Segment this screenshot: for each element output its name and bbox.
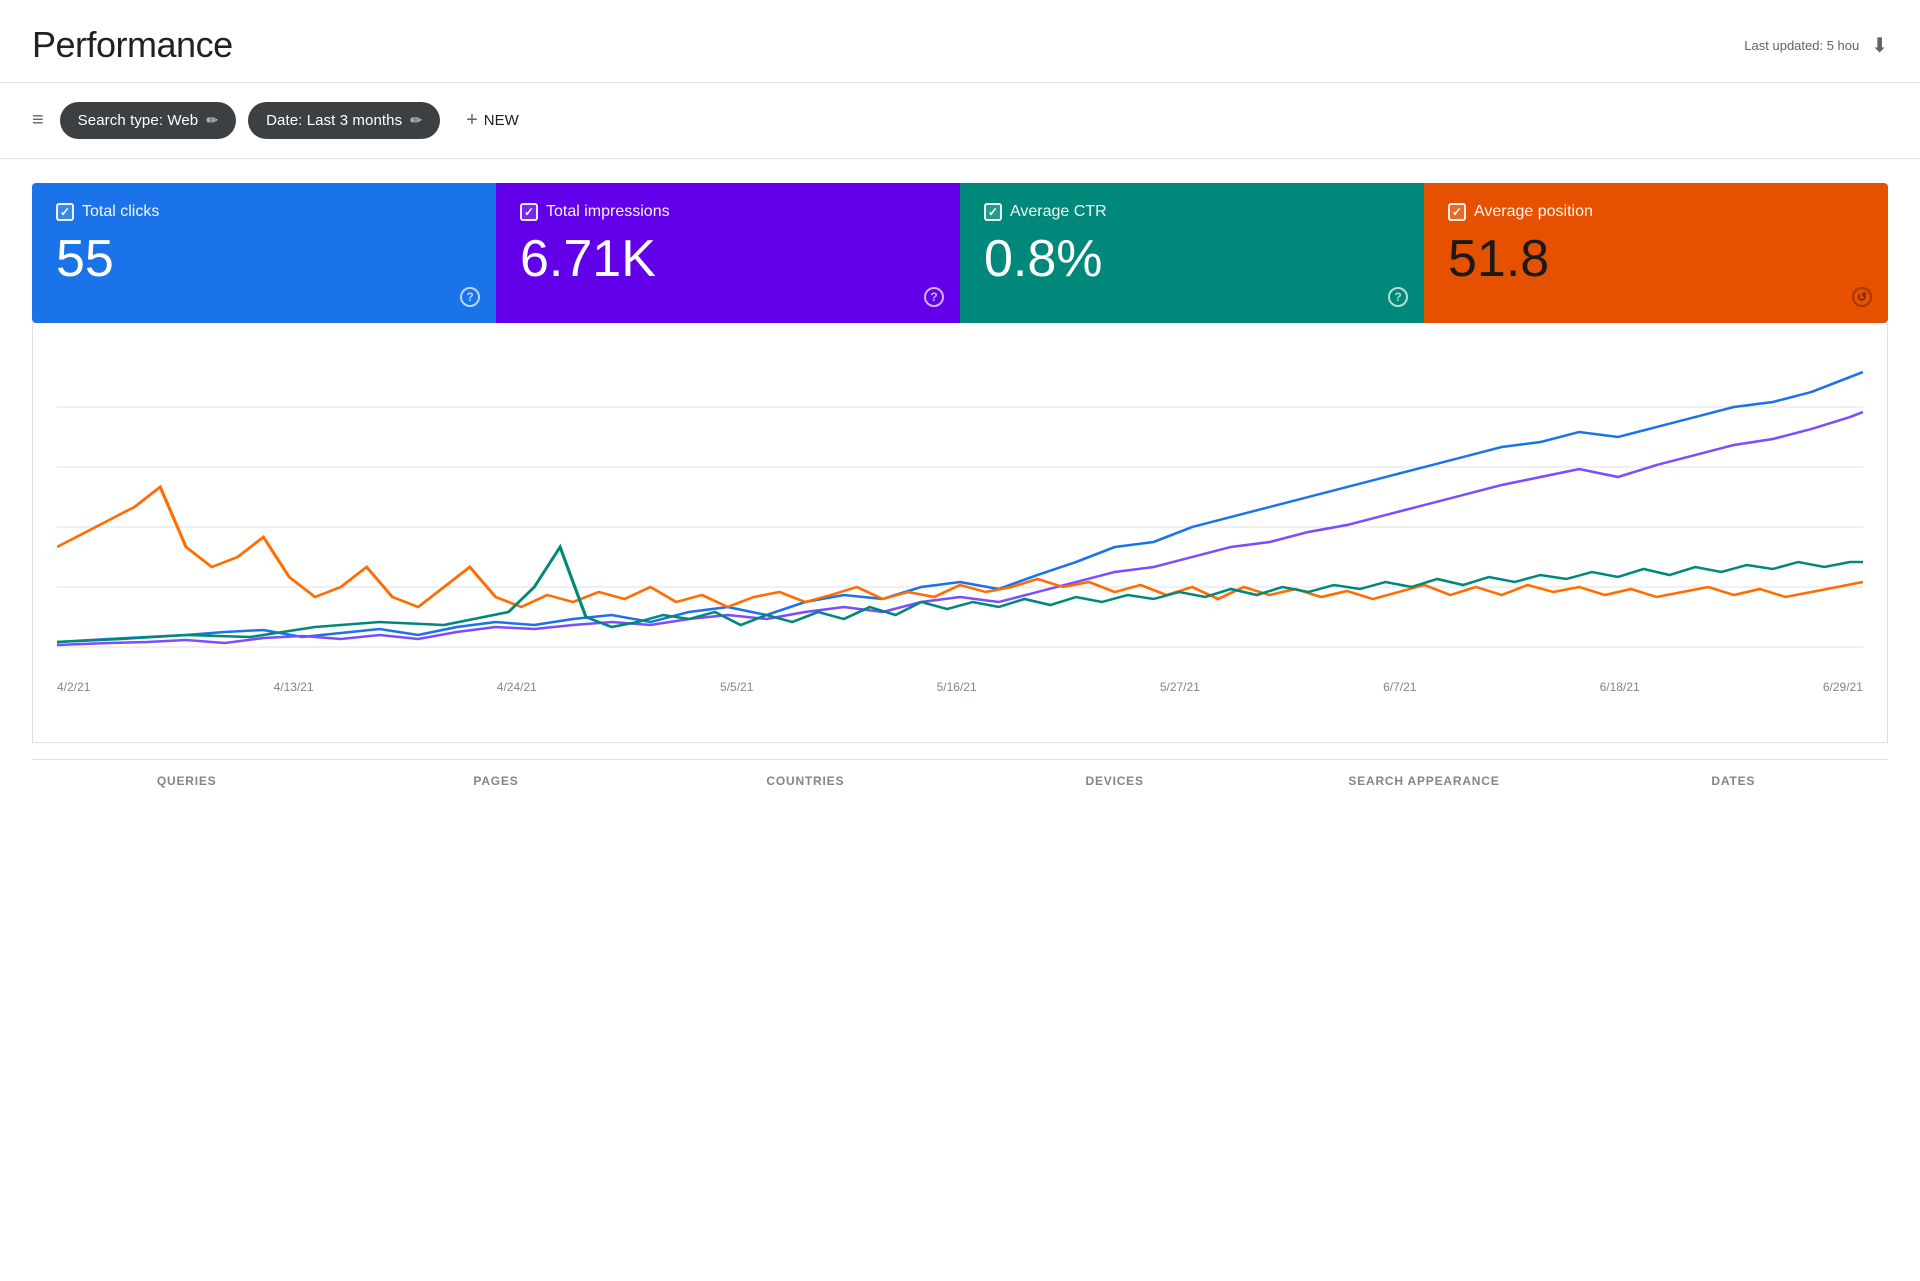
header: Performance Last updated: 5 hou ⬇ bbox=[0, 0, 1920, 83]
clicks-info-icon[interactable]: ? bbox=[460, 287, 480, 307]
clicks-value: 55 bbox=[56, 233, 472, 285]
position-value: 51.8 bbox=[1448, 233, 1864, 285]
metric-card-position[interactable]: Average position 51.8 ↺ bbox=[1424, 183, 1888, 323]
date-label: Date: Last 3 months bbox=[266, 112, 402, 129]
x-label-2: 4/24/21 bbox=[497, 680, 537, 694]
tab-devices[interactable]: DEVICES bbox=[960, 760, 1269, 804]
clicks-header: Total clicks bbox=[56, 203, 472, 221]
bottom-tabs: QUERIES PAGES COUNTRIES DEVICES SEARCH A… bbox=[32, 759, 1888, 804]
metric-cards: Total clicks 55 ? Total impressions 6.71… bbox=[32, 183, 1888, 323]
ctr-info-icon[interactable]: ? bbox=[1388, 287, 1408, 307]
page-wrapper: Performance Last updated: 5 hou ⬇ ≡ Sear… bbox=[0, 0, 1920, 1281]
main-content: Total clicks 55 ? Total impressions 6.71… bbox=[0, 159, 1920, 828]
x-label-7: 6/18/21 bbox=[1600, 680, 1640, 694]
ctr-value: 0.8% bbox=[984, 233, 1400, 285]
metric-card-impressions[interactable]: Total impressions 6.71K ? bbox=[496, 183, 960, 323]
impressions-line bbox=[57, 412, 1863, 645]
impressions-checkbox[interactable] bbox=[520, 203, 538, 221]
metric-card-clicks[interactable]: Total clicks 55 ? bbox=[32, 183, 496, 323]
position-label: Average position bbox=[1474, 203, 1593, 221]
metric-card-ctr[interactable]: Average CTR 0.8% ? bbox=[960, 183, 1424, 323]
position-info-icon[interactable]: ↺ bbox=[1852, 287, 1872, 307]
tab-dates[interactable]: DATES bbox=[1579, 760, 1888, 804]
x-label-5: 5/27/21 bbox=[1160, 680, 1200, 694]
last-updated: Last updated: 5 hou bbox=[1744, 38, 1859, 53]
toolbar: ≡ Search type: Web ✏ Date: Last 3 months… bbox=[0, 83, 1920, 159]
ctr-header: Average CTR bbox=[984, 203, 1400, 221]
impressions-value: 6.71K bbox=[520, 233, 936, 285]
impressions-info-icon[interactable]: ? bbox=[924, 287, 944, 307]
x-label-4: 5/16/21 bbox=[937, 680, 977, 694]
search-type-label: Search type: Web bbox=[78, 112, 199, 129]
download-icon[interactable]: ⬇ bbox=[1871, 33, 1888, 58]
page-title: Performance bbox=[32, 24, 233, 66]
impressions-label: Total impressions bbox=[546, 203, 670, 221]
x-label-3: 5/5/21 bbox=[720, 680, 753, 694]
header-right: Last updated: 5 hou ⬇ bbox=[1744, 33, 1888, 58]
x-label-6: 6/7/21 bbox=[1383, 680, 1416, 694]
new-label: NEW bbox=[484, 112, 519, 129]
edit-date-icon: ✏ bbox=[410, 112, 422, 129]
tab-queries[interactable]: QUERIES bbox=[32, 760, 341, 804]
ctr-checkbox[interactable] bbox=[984, 203, 1002, 221]
tab-pages[interactable]: PAGES bbox=[341, 760, 650, 804]
date-filter[interactable]: Date: Last 3 months ✏ bbox=[248, 102, 440, 139]
clicks-label: Total clicks bbox=[82, 203, 159, 221]
filter-icon[interactable]: ≡ bbox=[32, 109, 44, 132]
x-label-8: 6/29/21 bbox=[1823, 680, 1863, 694]
chart-container: 4/2/21 4/13/21 4/24/21 5/5/21 5/16/21 5/… bbox=[32, 323, 1888, 743]
tab-search-appearance[interactable]: SEARCH APPEARANCE bbox=[1269, 760, 1578, 804]
clicks-checkbox[interactable] bbox=[56, 203, 74, 221]
edit-search-type-icon: ✏ bbox=[206, 112, 218, 129]
plus-icon: + bbox=[466, 109, 478, 132]
new-filter-button[interactable]: + NEW bbox=[452, 99, 533, 142]
x-label-1: 4/13/21 bbox=[274, 680, 314, 694]
performance-chart bbox=[57, 347, 1863, 667]
ctr-line bbox=[57, 487, 1863, 607]
position-header: Average position bbox=[1448, 203, 1864, 221]
position-checkbox[interactable] bbox=[1448, 203, 1466, 221]
search-type-filter[interactable]: Search type: Web ✏ bbox=[60, 102, 236, 139]
clicks-line bbox=[57, 372, 1863, 642]
tab-countries[interactable]: COUNTRIES bbox=[651, 760, 960, 804]
avg-ctr-line bbox=[57, 547, 1863, 642]
x-axis-labels: 4/2/21 4/13/21 4/24/21 5/5/21 5/16/21 5/… bbox=[57, 672, 1863, 694]
x-label-0: 4/2/21 bbox=[57, 680, 90, 694]
ctr-label: Average CTR bbox=[1010, 203, 1107, 221]
impressions-header: Total impressions bbox=[520, 203, 936, 221]
